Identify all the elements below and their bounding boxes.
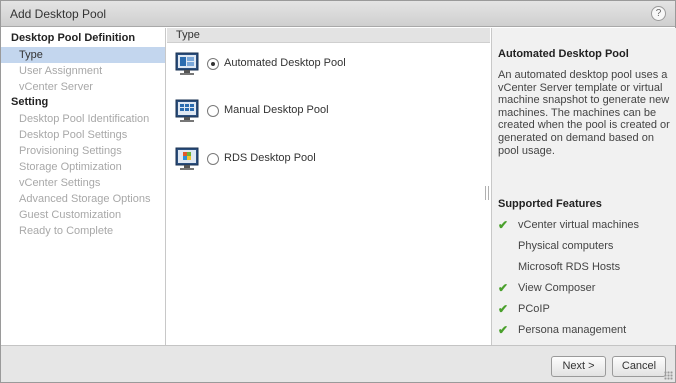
- radio-manual[interactable]: [207, 105, 219, 117]
- panel-header: Type: [167, 28, 490, 43]
- feature-label: Microsoft RDS Hosts: [518, 261, 621, 273]
- manual-pool-icon: [175, 99, 199, 126]
- dialog-title: Add Desktop Pool: [10, 7, 107, 21]
- nav-step-provisioning-settings: Provisioning Settings: [19, 145, 122, 157]
- nav-step-desktop-pool-settings: Desktop Pool Settings: [19, 129, 128, 141]
- automated-pool-icon: [175, 52, 199, 79]
- info-title: Automated Desktop Pool: [498, 48, 629, 60]
- pool-type-panel: Type Automated Desktop Pool Manual Deskt…: [167, 28, 490, 345]
- feature-item: Physical computers: [498, 240, 674, 254]
- nav-step-desktop-pool-identification: Desktop Pool Identification: [19, 113, 150, 125]
- radio-automated[interactable]: [207, 58, 219, 70]
- nav-step-user-assignment: User Assignment: [19, 65, 103, 77]
- check-icon: ✔: [498, 218, 509, 232]
- feature-label: PCoIP: [518, 303, 550, 315]
- option-label-manual: Manual Desktop Pool: [224, 104, 329, 116]
- radio-rds[interactable]: [207, 153, 219, 165]
- option-manual-desktop-pool[interactable]: Manual Desktop Pool: [175, 99, 475, 123]
- nav-step-ready-to-complete: Ready to Complete: [19, 225, 114, 237]
- info-description: An automated desktop pool uses a vCenter…: [498, 69, 670, 157]
- supported-features-title: Supported Features: [498, 198, 602, 210]
- next-button[interactable]: Next >: [551, 356, 606, 377]
- option-automated-desktop-pool[interactable]: Automated Desktop Pool: [175, 52, 475, 76]
- cancel-button[interactable]: Cancel: [612, 356, 666, 377]
- feature-item: ✔ PCoIP: [498, 303, 674, 317]
- nav-section-desktop-pool-definition: Desktop Pool Definition: [11, 32, 136, 44]
- dialog-footer: Next > Cancel: [1, 345, 675, 382]
- panel-splitter-handle[interactable]: [485, 186, 489, 200]
- wizard-nav: Desktop Pool Definition Type User Assign…: [1, 28, 166, 345]
- feature-item: ✔ vCenter virtual machines: [498, 219, 674, 233]
- nav-step-vcenter-server: vCenter Server: [19, 81, 93, 93]
- check-icon: ✔: [498, 302, 509, 316]
- help-icon[interactable]: ?: [651, 6, 666, 21]
- feature-label: View Composer: [518, 282, 596, 294]
- add-desktop-pool-dialog: Add Desktop Pool ? Desktop Pool Definiti…: [0, 0, 676, 383]
- nav-step-guest-customization: Guest Customization: [19, 209, 122, 221]
- nav-step-storage-optimization: Storage Optimization: [19, 161, 122, 173]
- feature-label: Persona management: [518, 324, 627, 336]
- nav-step-vcenter-settings: vCenter Settings: [19, 177, 101, 189]
- feature-label: vCenter virtual machines: [518, 219, 640, 231]
- info-panel: Automated Desktop Pool An automated desk…: [491, 28, 676, 345]
- nav-step-advanced-storage-options: Advanced Storage Options: [19, 193, 151, 205]
- nav-section-setting: Setting: [11, 96, 49, 108]
- dialog-titlebar: Add Desktop Pool ?: [1, 1, 675, 27]
- rds-pool-icon: [175, 147, 199, 174]
- check-icon: ✔: [498, 323, 509, 337]
- resize-grip-icon[interactable]: [664, 371, 673, 380]
- feature-item: ✔ View Composer: [498, 282, 674, 296]
- nav-step-type[interactable]: Type: [1, 47, 165, 63]
- panel-header-label: Type: [176, 29, 200, 41]
- option-label-automated: Automated Desktop Pool: [224, 57, 346, 69]
- check-icon: ✔: [498, 281, 509, 295]
- option-rds-desktop-pool[interactable]: RDS Desktop Pool: [175, 147, 475, 171]
- option-label-rds: RDS Desktop Pool: [224, 152, 316, 164]
- feature-label: Physical computers: [518, 240, 614, 252]
- feature-item: ✔ Persona management: [498, 324, 674, 338]
- feature-item: Microsoft RDS Hosts: [498, 261, 674, 275]
